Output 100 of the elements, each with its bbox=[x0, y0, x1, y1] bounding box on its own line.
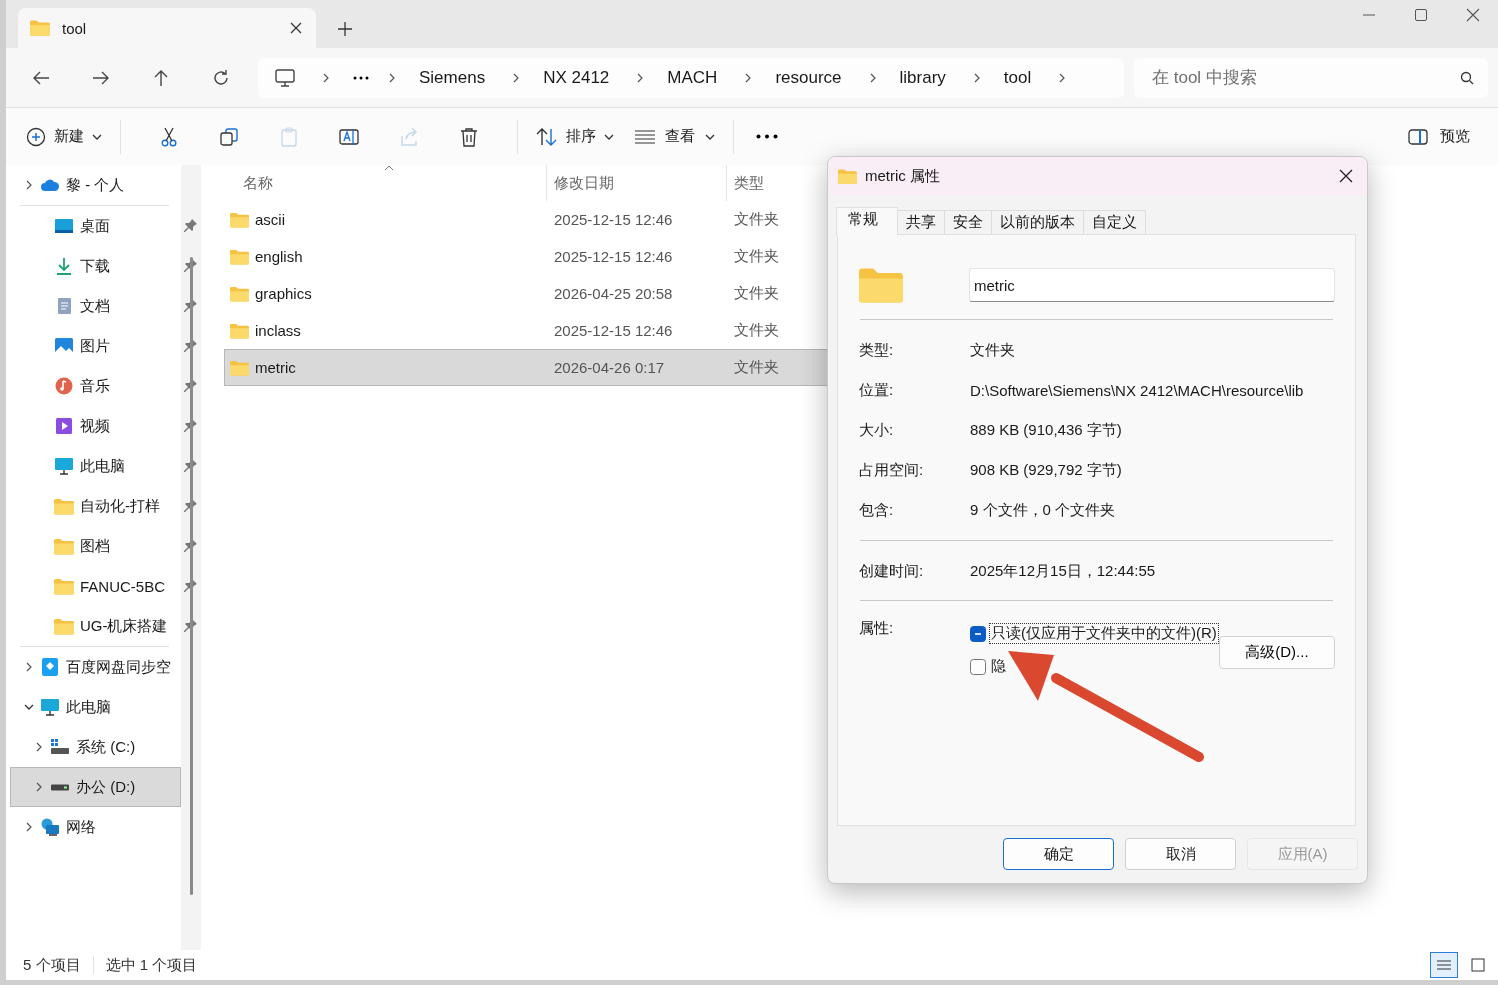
drive-icon bbox=[50, 738, 70, 756]
close-icon[interactable] bbox=[1339, 169, 1353, 183]
view-button[interactable]: 查看 bbox=[635, 127, 715, 146]
modified-date: 2026-04-26 0:17 bbox=[553, 359, 666, 376]
breadcrumb-item[interactable]: MACH bbox=[667, 67, 718, 88]
folder-icon bbox=[838, 168, 857, 184]
copy-icon[interactable] bbox=[219, 126, 239, 147]
more-icon[interactable] bbox=[756, 134, 778, 139]
file-type: 文件夹 bbox=[733, 358, 780, 377]
column-header[interactable]: 修改日期 bbox=[546, 165, 726, 201]
chevron-right-icon[interactable] bbox=[24, 180, 34, 190]
tree-item[interactable]: 百度网盘同步空 bbox=[6, 647, 181, 687]
large-folder-icon bbox=[859, 266, 903, 304]
refresh-icon[interactable] bbox=[212, 68, 230, 87]
window-tab[interactable]: tool bbox=[18, 8, 316, 48]
breadcrumb-item[interactable]: tool bbox=[1003, 67, 1032, 88]
column-header[interactable]: 类型 bbox=[726, 165, 826, 201]
chevron-right-icon[interactable] bbox=[24, 822, 34, 832]
checkbox-label[interactable]: 只读(仅应用于文件夹中的文件)(R) bbox=[989, 623, 1219, 644]
file-type: 文件夹 bbox=[733, 247, 780, 266]
status-text: 选中 1 个项目 bbox=[105, 955, 198, 975]
file-row[interactable]: english 2025-12-15 12:46 文件夹 bbox=[224, 238, 924, 275]
breadcrumb-item[interactable]: NX 2412 bbox=[543, 67, 610, 88]
file-type: 文件夹 bbox=[733, 210, 780, 229]
tree-item[interactable]: 办公 (D:) bbox=[10, 767, 181, 807]
property-label: 创建时间: bbox=[859, 561, 925, 581]
sort-arrows-icon bbox=[536, 126, 558, 147]
details-view-button[interactable] bbox=[1430, 952, 1458, 978]
drive-icon bbox=[50, 783, 70, 791]
monitor-icon bbox=[40, 698, 60, 716]
folder-icon bbox=[230, 359, 249, 376]
new-button[interactable]: 新建 bbox=[26, 126, 102, 147]
column-header[interactable]: 名称 bbox=[224, 173, 546, 193]
image-icon bbox=[54, 337, 74, 355]
breadcrumb-item[interactable]: library bbox=[899, 67, 946, 88]
tab-title: tool bbox=[62, 19, 88, 37]
close-icon[interactable] bbox=[1466, 8, 1480, 22]
file-name: inclass bbox=[255, 322, 301, 339]
pin-icon[interactable] bbox=[184, 219, 197, 232]
rename-icon[interactable] bbox=[339, 126, 359, 147]
folder-icon bbox=[230, 285, 249, 302]
folder-icon bbox=[54, 537, 74, 555]
file-type: 文件夹 bbox=[733, 321, 780, 340]
checkbox[interactable] bbox=[970, 658, 986, 675]
file-name: ascii bbox=[255, 211, 285, 228]
chevron-right-icon[interactable] bbox=[34, 782, 44, 792]
square-icon bbox=[1469, 957, 1487, 973]
sidebar-item[interactable]: 此电脑 bbox=[6, 446, 201, 486]
dialog-tab[interactable]: 常规 bbox=[836, 207, 898, 235]
file-name: english bbox=[255, 248, 303, 265]
search-icon[interactable] bbox=[1460, 70, 1474, 85]
plus-circle-icon bbox=[26, 126, 46, 147]
property-label: 属性: bbox=[859, 619, 895, 638]
sort-button[interactable]: 排序 bbox=[536, 126, 614, 147]
list-icon bbox=[635, 129, 655, 144]
plus-icon[interactable] bbox=[338, 22, 352, 36]
chevron-right-icon[interactable] bbox=[321, 72, 331, 83]
scissors-icon[interactable] bbox=[159, 126, 179, 147]
dialog-button: 应用(A) bbox=[1247, 838, 1358, 870]
modified-date: 2025-12-15 12:46 bbox=[553, 322, 674, 339]
trash-icon[interactable] bbox=[459, 126, 479, 147]
video-icon bbox=[54, 417, 74, 435]
file-row[interactable]: graphics 2026-04-25 20:58 文件夹 bbox=[224, 275, 924, 312]
scrollbar[interactable] bbox=[190, 257, 193, 895]
search-field[interactable]: 在 tool 中搜索 bbox=[1134, 57, 1488, 98]
folder-icon bbox=[54, 617, 74, 635]
property-value: 文件夹 bbox=[970, 340, 1015, 360]
breadcrumb-item[interactable]: resource bbox=[775, 67, 842, 88]
folder-icon bbox=[30, 20, 50, 36]
more-icon[interactable] bbox=[353, 75, 369, 80]
tree-item[interactable]: 此电脑 bbox=[6, 687, 181, 727]
chevron-right-icon[interactable] bbox=[24, 662, 34, 672]
chevron-down-icon[interactable] bbox=[24, 702, 34, 712]
tree-item[interactable]: 系统 (C:) bbox=[6, 727, 181, 767]
address-bar[interactable]: Siemens NX 2412 MACH resource library tool bbox=[258, 57, 1124, 98]
dialog-button[interactable]: 确定 bbox=[1003, 838, 1114, 870]
network-icon bbox=[40, 818, 60, 836]
checkbox-label[interactable]: 隐 bbox=[989, 656, 1008, 677]
checkbox[interactable] bbox=[970, 625, 986, 642]
modified-date: 2025-12-15 12:46 bbox=[553, 211, 674, 228]
property-label: 大小: bbox=[859, 420, 895, 440]
up-arrow-icon[interactable] bbox=[152, 68, 170, 87]
advanced-button[interactable]: 高级(D)... bbox=[1218, 636, 1335, 669]
breadcrumb-item[interactable]: Siemens bbox=[419, 67, 486, 88]
sidebar-item[interactable]: 黎 - 个人 bbox=[6, 165, 181, 205]
monitor-icon bbox=[275, 68, 295, 87]
dialog-button[interactable]: 取消 bbox=[1125, 838, 1236, 870]
dialog-tab[interactable]: 自定义 bbox=[1083, 210, 1146, 234]
dialog-title: metric 属性 bbox=[865, 166, 941, 186]
tree-item[interactable]: 网络 bbox=[6, 807, 181, 847]
folder-icon bbox=[230, 211, 249, 228]
chevron-right-icon[interactable] bbox=[387, 72, 397, 83]
preview-button[interactable]: 预览 bbox=[1408, 127, 1470, 146]
property-label: 占用空间: bbox=[859, 460, 925, 480]
chevron-right-icon[interactable] bbox=[34, 742, 44, 752]
clipboard-icon[interactable] bbox=[279, 126, 299, 147]
maximize-icon[interactable] bbox=[1414, 8, 1428, 22]
file-name: metric bbox=[255, 359, 296, 376]
close-icon[interactable] bbox=[290, 22, 302, 34]
name-field[interactable]: metric bbox=[968, 268, 1335, 302]
